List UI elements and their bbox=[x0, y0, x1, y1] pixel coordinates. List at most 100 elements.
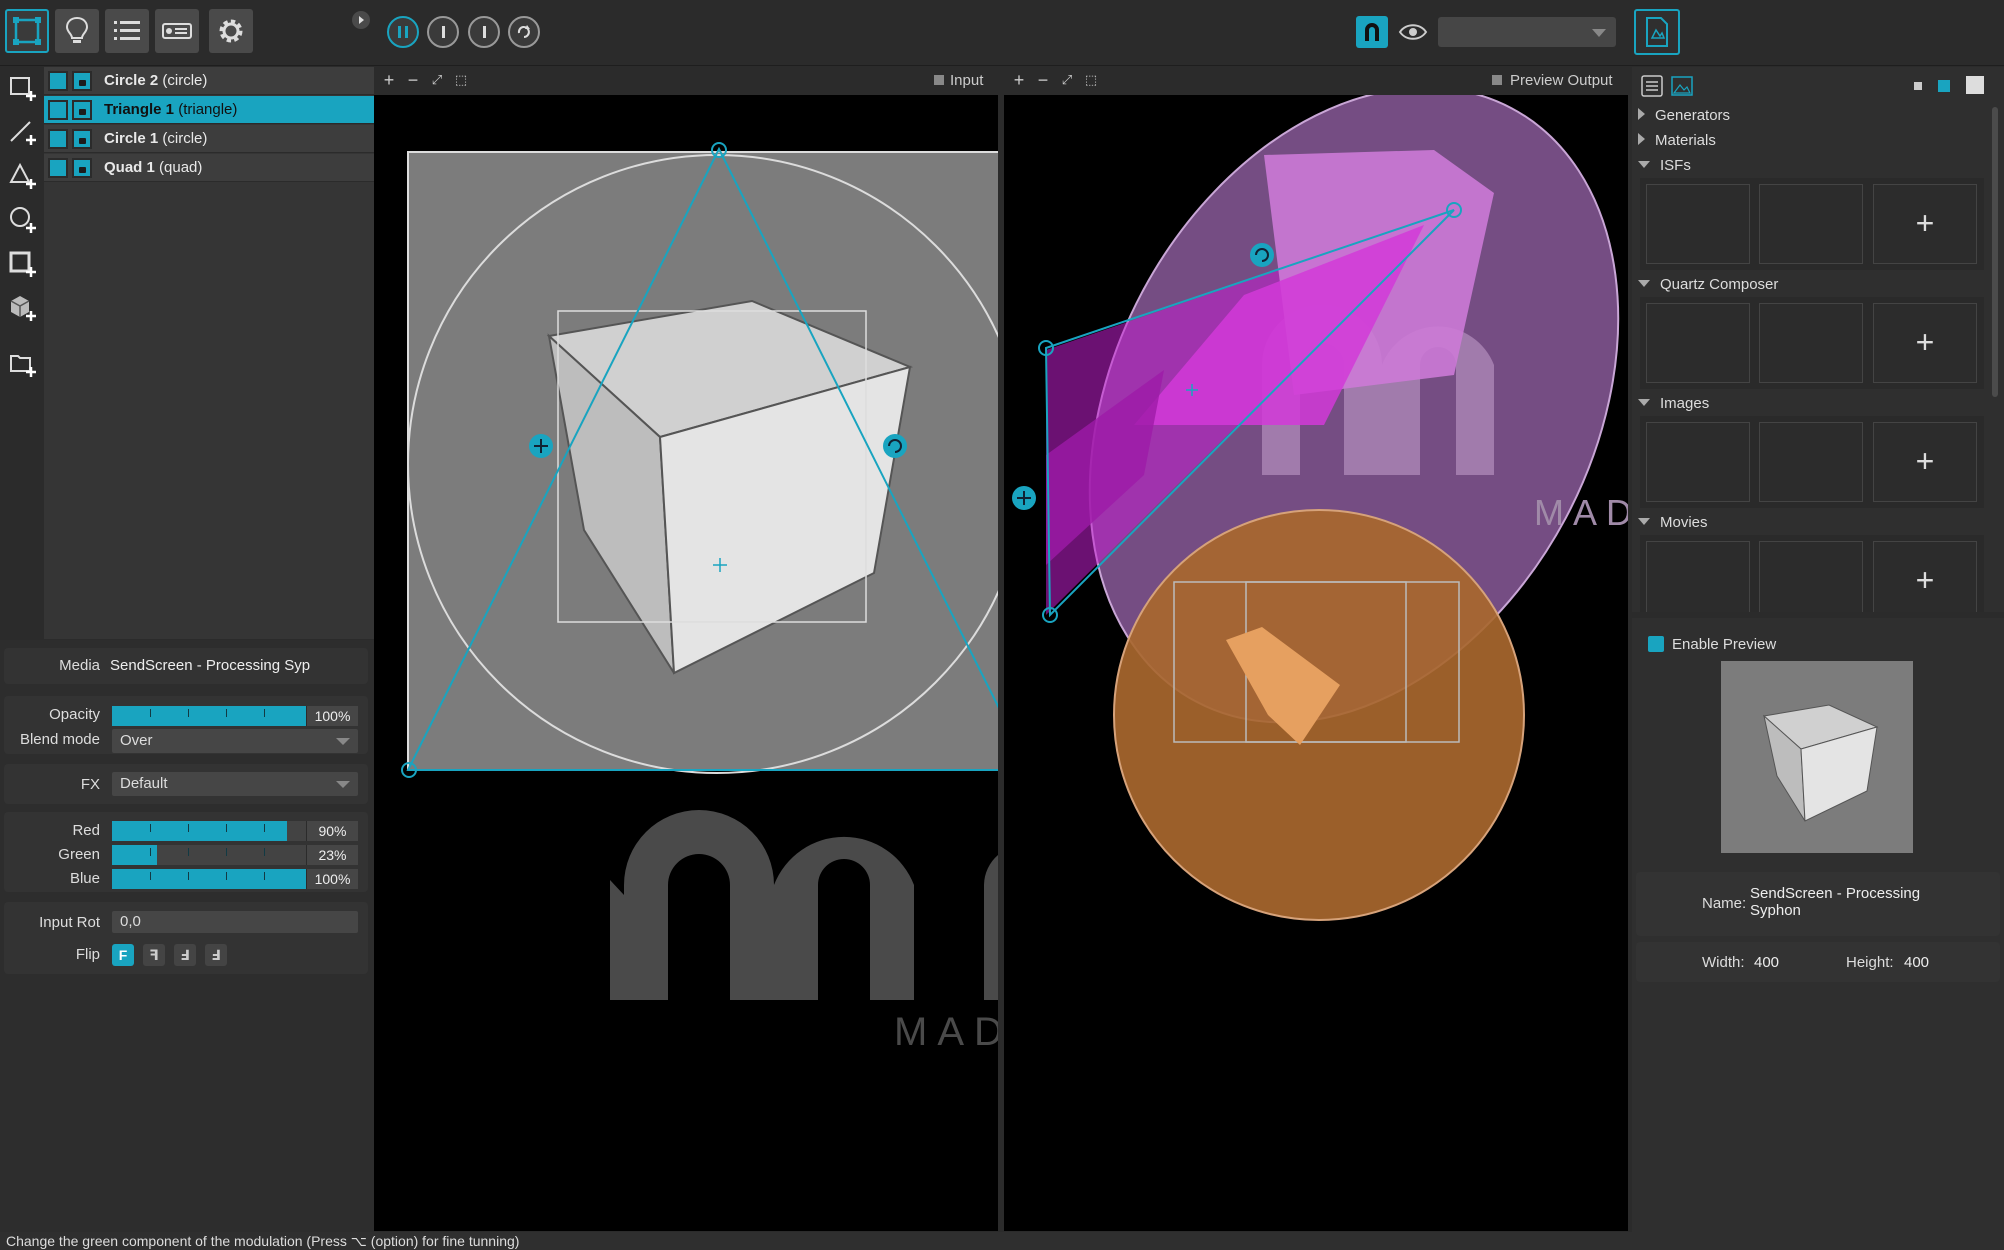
step-back-button[interactable] bbox=[427, 16, 459, 48]
green-slider[interactable]: 23% bbox=[112, 845, 358, 865]
fx-section: FX Default bbox=[4, 764, 368, 804]
rewind-button[interactable] bbox=[508, 16, 540, 48]
library-slot[interactable] bbox=[1646, 184, 1750, 264]
rotate-handle-icon[interactable] bbox=[1250, 243, 1274, 267]
input-rot-value: 0,0 bbox=[120, 913, 141, 930]
category-isfs[interactable]: ISFs bbox=[1638, 157, 1691, 174]
red-label: Red bbox=[72, 822, 100, 839]
preview-panel: Enable Preview Name: SendScreen - Proces… bbox=[1632, 618, 2004, 1232]
rotate-handle-icon[interactable] bbox=[883, 434, 907, 458]
zoom-out-icon[interactable]: − bbox=[404, 71, 422, 89]
flip-both-button[interactable]: Ⅎ bbox=[205, 944, 227, 966]
projector-button[interactable] bbox=[155, 9, 199, 53]
list-button[interactable] bbox=[105, 9, 149, 53]
surface-row-triangle-1[interactable]: Triangle 1 (triangle) bbox=[44, 96, 374, 124]
flip-vertical-button[interactable]: Ⅎ bbox=[174, 944, 196, 966]
fit-icon[interactable]: ⤢ bbox=[1058, 71, 1076, 89]
input-rot-field[interactable]: 0,0 bbox=[112, 911, 358, 933]
enable-preview-checkbox[interactable] bbox=[1648, 636, 1664, 652]
document-button[interactable] bbox=[1634, 9, 1680, 55]
library-slot[interactable] bbox=[1646, 422, 1750, 502]
lock-icon[interactable] bbox=[72, 128, 92, 149]
library-scrollbar[interactable] bbox=[1992, 107, 1998, 397]
library-slot[interactable] bbox=[1646, 303, 1750, 383]
opacity-label: Opacity bbox=[49, 706, 100, 723]
flip-none-button[interactable]: F bbox=[112, 944, 134, 966]
canvas-divider[interactable] bbox=[998, 67, 1004, 1232]
lock-icon[interactable] bbox=[72, 99, 92, 120]
visibility-checkbox[interactable] bbox=[48, 99, 68, 120]
surface-row-quad-1[interactable]: Quad 1 (quad) bbox=[44, 154, 374, 182]
play-arrow-icon bbox=[359, 16, 364, 24]
add-movie-button[interactable]: + bbox=[1873, 541, 1977, 612]
blue-slider[interactable]: 100% bbox=[112, 869, 358, 889]
surface-row-circle-1[interactable]: Circle 1 (circle) bbox=[44, 125, 374, 153]
snap-toggle[interactable] bbox=[1356, 16, 1388, 48]
lock-icon[interactable] bbox=[72, 70, 92, 91]
surface-label: Circle 1 (circle) bbox=[104, 130, 208, 147]
output-indicator bbox=[1492, 75, 1502, 85]
add-triangle-tool[interactable] bbox=[8, 161, 38, 191]
red-value[interactable]: 90% bbox=[306, 821, 358, 841]
preview-eye-toggle[interactable] bbox=[1396, 16, 1430, 48]
collapse-arrow-button[interactable] bbox=[352, 11, 370, 29]
list-view-icon[interactable] bbox=[1640, 74, 1664, 98]
add-line-tool[interactable] bbox=[8, 117, 38, 147]
opacity-value[interactable]: 100% bbox=[306, 706, 358, 726]
bulb-button[interactable] bbox=[55, 9, 99, 53]
opacity-slider[interactable]: 100% bbox=[112, 706, 358, 726]
category-quartz-composer[interactable]: Quartz Composer bbox=[1638, 276, 1778, 293]
library-slot[interactable] bbox=[1759, 541, 1863, 612]
green-label: Green bbox=[58, 846, 100, 863]
library-slot[interactable] bbox=[1759, 303, 1863, 383]
add-circle-tool[interactable] bbox=[8, 205, 38, 235]
pause-button[interactable] bbox=[387, 16, 419, 48]
fx-label: FX bbox=[80, 776, 100, 793]
image-view-icon[interactable] bbox=[1670, 74, 1694, 98]
red-slider[interactable]: 90% bbox=[112, 821, 358, 841]
add-mesh-icon bbox=[9, 251, 36, 277]
library-slot[interactable] bbox=[1759, 422, 1863, 502]
zoom-out-icon[interactable]: − bbox=[1034, 71, 1052, 89]
output-canvas[interactable]: MAD bbox=[1004, 95, 1628, 1231]
surfaces-mode-button[interactable] bbox=[5, 9, 49, 53]
settings-button[interactable] bbox=[209, 9, 253, 53]
input-canvas[interactable]: MAD bbox=[374, 95, 998, 1231]
category-materials[interactable]: Materials bbox=[1638, 132, 1716, 149]
add-isf-button[interactable]: + bbox=[1873, 184, 1977, 264]
add-quad-tool[interactable] bbox=[8, 73, 38, 103]
add-mesh-tool[interactable] bbox=[8, 249, 38, 279]
zoom-in-icon[interactable]: + bbox=[380, 71, 398, 89]
visibility-checkbox[interactable] bbox=[48, 70, 68, 91]
step-forward-button[interactable] bbox=[468, 16, 500, 48]
visibility-checkbox[interactable] bbox=[48, 157, 68, 178]
flip-horizontal-button[interactable]: ꟻ bbox=[143, 944, 165, 966]
add-quartz-button[interactable]: + bbox=[1873, 303, 1977, 383]
blend-mode-select[interactable]: Over bbox=[112, 729, 358, 753]
large-thumb-size-icon[interactable] bbox=[1966, 76, 1984, 94]
blue-label: Blue bbox=[69, 870, 100, 887]
slider-ticks bbox=[112, 706, 302, 726]
add-image-button[interactable]: + bbox=[1873, 422, 1977, 502]
surface-row-circle-2[interactable]: Circle 2 (circle) bbox=[44, 67, 374, 95]
visibility-checkbox[interactable] bbox=[48, 128, 68, 149]
add-folder-tool[interactable] bbox=[8, 349, 38, 379]
select-area-icon[interactable]: ⬚ bbox=[1082, 71, 1100, 89]
output-dropdown[interactable] bbox=[1438, 17, 1616, 47]
library-slot[interactable] bbox=[1759, 184, 1863, 264]
add-3d-tool[interactable] bbox=[8, 293, 38, 323]
blue-value[interactable]: 100% bbox=[306, 869, 358, 889]
medium-thumb-size-icon[interactable] bbox=[1938, 80, 1950, 92]
fit-icon[interactable]: ⤢ bbox=[428, 71, 446, 89]
fx-select[interactable]: Default bbox=[112, 772, 358, 796]
category-generators[interactable]: Generators bbox=[1638, 107, 1730, 124]
small-thumb-size-icon[interactable] bbox=[1914, 82, 1922, 90]
zoom-in-icon[interactable]: + bbox=[1010, 71, 1028, 89]
category-images[interactable]: Images bbox=[1638, 395, 1709, 412]
green-value[interactable]: 23% bbox=[306, 845, 358, 865]
chevron-down-icon bbox=[336, 781, 350, 788]
select-area-icon[interactable]: ⬚ bbox=[452, 71, 470, 89]
library-slot[interactable] bbox=[1646, 541, 1750, 612]
lock-icon[interactable] bbox=[72, 157, 92, 178]
category-movies[interactable]: Movies bbox=[1638, 514, 1708, 531]
